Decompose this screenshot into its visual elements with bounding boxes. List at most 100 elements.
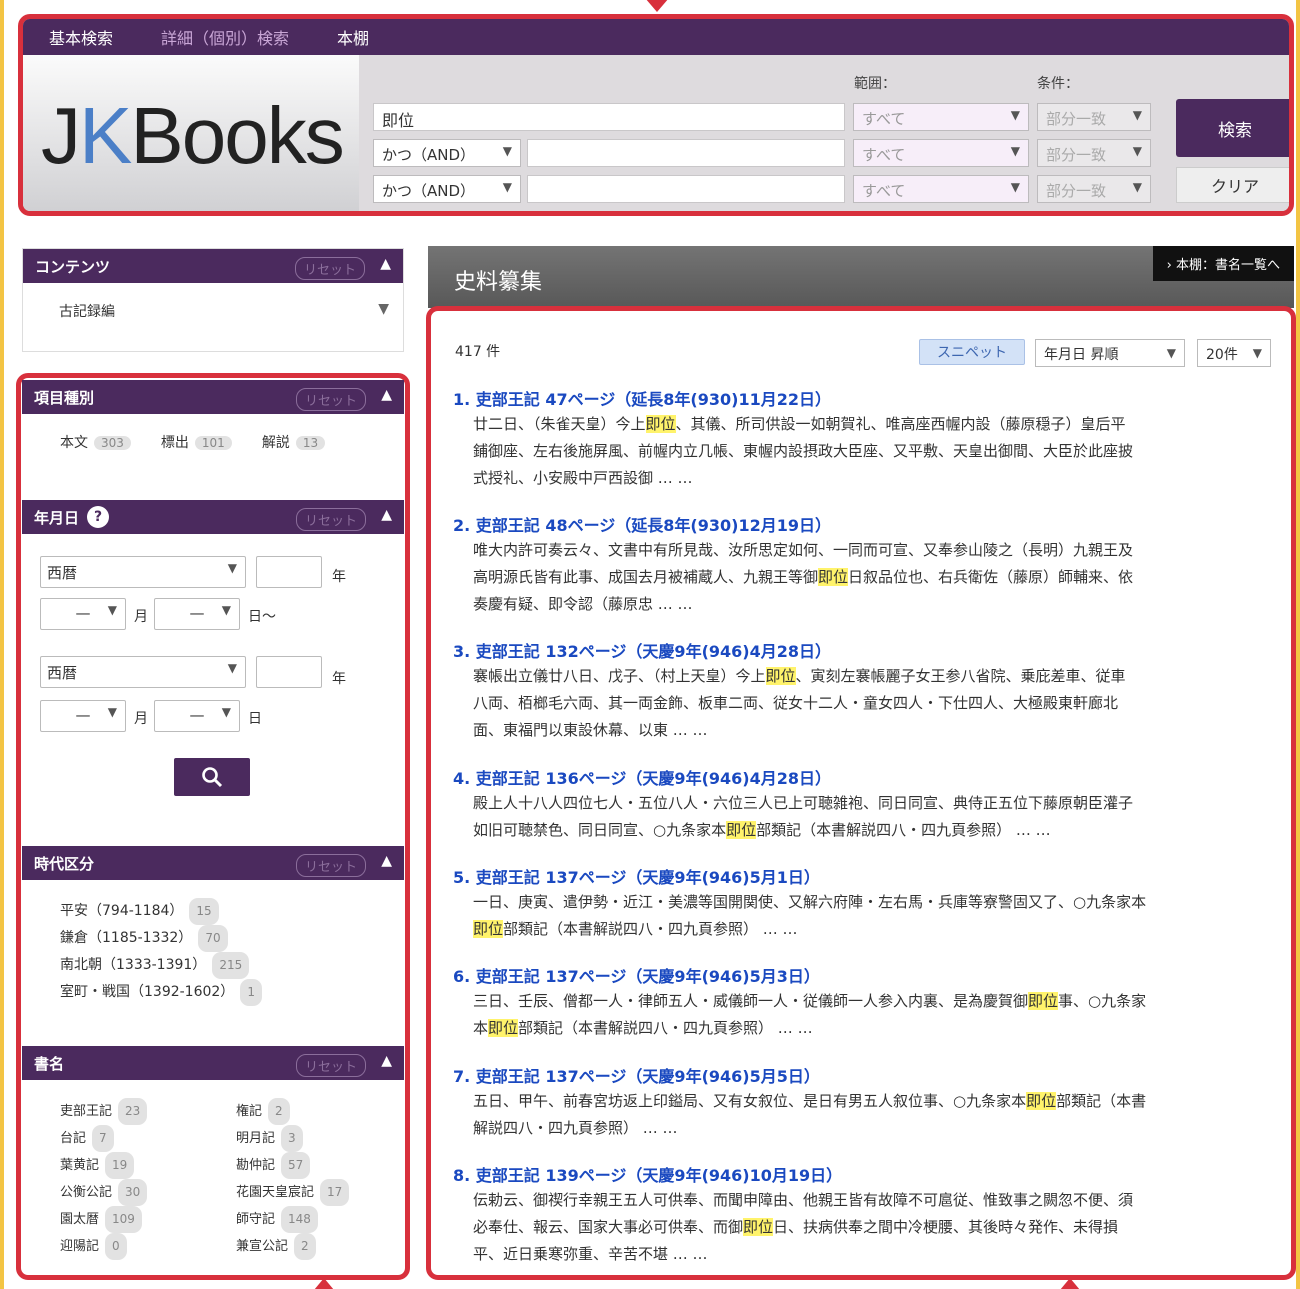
year-unit: 年	[332, 569, 346, 585]
book-option[interactable]: 園太暦 109	[60, 1206, 236, 1233]
date-reset-button[interactable]: リセット	[295, 508, 366, 531]
nav-basic-search[interactable]: 基本検索	[49, 25, 113, 49]
per-page-select[interactable]: 20件 ▼	[1197, 339, 1271, 367]
bookshelf-link[interactable]: › 本棚：書名一覧へ	[1152, 246, 1294, 281]
calendar-select-from[interactable]: 西暦 ▼	[40, 556, 246, 588]
item-type-option[interactable]: 標出 101	[161, 432, 232, 452]
calendar-select-to[interactable]: 西暦 ▼	[40, 656, 246, 688]
nav-bookshelf[interactable]: 本棚	[337, 25, 369, 49]
operator-select-2[interactable]: かつ（AND） ▼	[373, 139, 521, 167]
month-select-to[interactable]: — ▼	[40, 700, 126, 732]
search-input-2[interactable]	[527, 139, 845, 167]
result-title-link[interactable]: 6. 吏部王記 137ページ（天慶9年(946)5月3日）	[453, 966, 1283, 988]
collapse-up-icon[interactable]: ▲	[381, 507, 392, 523]
result-title-link[interactable]: 8. 吏部王記 139ページ（天慶9年(946)10月19日）	[453, 1165, 1283, 1187]
result-item: 2. 吏部王記 48ページ（延長8年(930)12月19日） 唯大内許可奏云々、文…	[453, 515, 1283, 618]
search-input-3[interactable]	[527, 175, 845, 203]
era-option[interactable]: 鎌倉（1185-1332） 70	[60, 925, 262, 952]
condition-select-3[interactable]: 部分一致 ▼	[1037, 175, 1151, 203]
collapse-up-icon[interactable]: ▲	[381, 1053, 392, 1069]
chevron-down-icon: ▼	[221, 603, 231, 617]
condition-label: 条件：	[1037, 76, 1079, 92]
book-option[interactable]: 権記 2	[236, 1098, 390, 1125]
snippet-toggle[interactable]: スニペット	[919, 339, 1025, 365]
snippet-line: 即位部類記（本書解説四八・四九頁参照） … …	[473, 920, 798, 938]
expand-down-icon[interactable]: ▼	[378, 301, 389, 317]
logo[interactable]: JKBooks	[23, 55, 359, 211]
operator-select-3[interactable]: かつ（AND） ▼	[373, 175, 521, 203]
sort-select[interactable]: 年月日 昇順 ▼	[1035, 339, 1185, 367]
book-option[interactable]: 迎陽記 0	[60, 1233, 236, 1260]
year-input-from[interactable]	[256, 556, 322, 588]
book-option[interactable]: 明月記 3	[236, 1125, 390, 1152]
book-filter: 書名 リセット ▲ 吏部王記 23 権記 2 台記 7 明月記 3 葉黄記 19 勘仲記 5…	[22, 1046, 404, 1270]
era-option[interactable]: 室町・戦国（1392-1602） 1	[60, 979, 262, 1006]
logo-text: JKBooks	[41, 90, 345, 180]
era-option[interactable]: 南北朝（1333-1391） 215	[60, 952, 262, 979]
result-item: 3. 吏部王記 132ページ（天慶9年(946)4月28日） 褰帳出立儀廿八日、戊…	[453, 641, 1283, 744]
snippet-line: 五日、甲午、前春宮坊返上印鎰局、又有女叙位、是日有男五人叙位事、○九条家本即位部…	[473, 1092, 1147, 1110]
result-title-link[interactable]: 4. 吏部王記 136ページ（天慶9年(946)4月28日）	[453, 768, 1283, 790]
nav-detail-search[interactable]: 詳細（個別）検索	[161, 25, 289, 49]
clear-button[interactable]: クリア	[1176, 167, 1289, 203]
item-type-header[interactable]: 項目種別 リセット ▲	[22, 380, 404, 414]
collapse-up-icon[interactable]: ▲	[381, 853, 392, 869]
condition-select-1[interactable]: 部分一致 ▼	[1037, 103, 1151, 131]
search-button[interactable]: 検索	[1176, 99, 1289, 157]
search-input-1[interactable]: 即位	[373, 103, 845, 131]
book-option[interactable]: 花園天皇宸記 17	[236, 1179, 390, 1206]
month-select-from[interactable]: — ▼	[40, 598, 126, 630]
item-type-reset-button[interactable]: リセット	[295, 388, 366, 411]
range-select-3[interactable]: すべて ▼	[853, 175, 1029, 203]
book-option[interactable]: 勘仲記 57	[236, 1152, 390, 1179]
result-snippet: 褰帳出立儀廿八日、戊子、（村上天皇）今上即位、寅刻左褰帳麗子女王参八省院、乗庇差…	[473, 663, 1283, 744]
date-title: 年月日	[34, 508, 80, 527]
contents-reset-button[interactable]: リセット	[294, 257, 365, 280]
item-type-title: 項目種別	[34, 388, 95, 407]
era-title: 時代区分	[34, 854, 95, 873]
item-type-option[interactable]: 解説 13	[262, 432, 326, 452]
result-title-link[interactable]: 3. 吏部王記 132ページ（天慶9年(946)4月28日）	[453, 641, 1283, 663]
result-title-link[interactable]: 1. 吏部王記 47ページ（延長8年(930)11月22日）	[453, 389, 1283, 411]
snippet-line: 殿上人十八人四位七人・五位八人・六位三人已上可聴雑袍、同日同宣、典侍正五位下藤原…	[473, 794, 1134, 812]
book-reset-button[interactable]: リセット	[295, 1054, 366, 1077]
contents-value: 古記録編	[59, 304, 115, 320]
collapse-up-icon[interactable]: ▲	[381, 387, 392, 403]
era-option[interactable]: 平安（794-1184） 15	[60, 898, 262, 925]
snippet-line: 如旧可聴禁色、同日同宣、○九条家本即位部類記（本書解説四八・四九頁参照） … …	[473, 821, 1051, 839]
range-select-2[interactable]: すべて ▼	[853, 139, 1029, 167]
book-option[interactable]: 師守記 148	[236, 1206, 390, 1233]
item-type-option[interactable]: 本文 303	[60, 432, 131, 452]
result-title-link[interactable]: 2. 吏部王記 48ページ（延長8年(930)12月19日）	[453, 515, 1283, 537]
result-item: 1. 吏部王記 47ページ（延長8年(930)11月22日） 廿二日、（朱雀天皇）…	[453, 389, 1283, 492]
snippet-line: 式授礼、小安殿中戸西設御 … …	[473, 469, 693, 487]
book-option[interactable]: 台記 7	[60, 1125, 236, 1152]
help-icon[interactable]: ?	[87, 506, 110, 528]
year-input-to[interactable]	[256, 656, 322, 688]
item-type-filter: 項目種別 リセット ▲ 本文 303 標出 101 解説 13	[22, 380, 404, 474]
result-count: 417 件	[455, 344, 501, 360]
condition-select-2[interactable]: 部分一致 ▼	[1037, 139, 1151, 167]
day-select-to[interactable]: — ▼	[154, 700, 240, 732]
day-select-from[interactable]: — ▼	[154, 598, 240, 630]
result-title-link[interactable]: 7. 吏部王記 137ページ（天慶9年(946)5月5日）	[453, 1066, 1283, 1088]
book-option[interactable]: 兼宣公記 2	[236, 1233, 390, 1260]
book-option[interactable]: 吏部王記 23	[60, 1098, 236, 1125]
collapse-up-icon[interactable]: ▲	[380, 256, 391, 272]
book-option[interactable]: 葉黄記 19	[60, 1152, 236, 1179]
date-search-button[interactable]	[174, 758, 250, 796]
contents-filter: コンテンツ リセット ▲ 古記録編 ▼	[22, 248, 404, 352]
era-header[interactable]: 時代区分 リセット ▲	[22, 846, 404, 880]
book-option[interactable]: 公衡公記 30	[60, 1179, 236, 1206]
range-select-1[interactable]: すべて ▼	[853, 103, 1029, 131]
chevron-down-icon: ▼	[1166, 346, 1176, 360]
result-snippet: 殿上人十八人四位七人・五位八人・六位三人已上可聴雑袍、同日同宣、典侍正五位下藤原…	[473, 790, 1283, 844]
result-snippet: 三日、壬辰、僧都一人・律師五人・威儀師一人・従儀師一人参入内裏、是為慶賀御即位事…	[473, 988, 1283, 1042]
snippet-line: 面、東福門以東設休幕、以東 … …	[473, 721, 708, 739]
date-header[interactable]: 年月日 ? リセット ▲	[22, 500, 404, 534]
snippet-line: 高明源氏皆有此事、成国去月被補蔵人、九親王等御即位日叙品位也、右兵衛佐（藤原）師…	[473, 568, 1134, 586]
era-reset-button[interactable]: リセット	[295, 854, 366, 877]
result-title-link[interactable]: 5. 吏部王記 137ページ（天慶9年(946)5月1日）	[453, 867, 1283, 889]
book-header[interactable]: 書名 リセット ▲	[22, 1046, 404, 1080]
contents-header[interactable]: コンテンツ リセット ▲	[23, 249, 403, 283]
